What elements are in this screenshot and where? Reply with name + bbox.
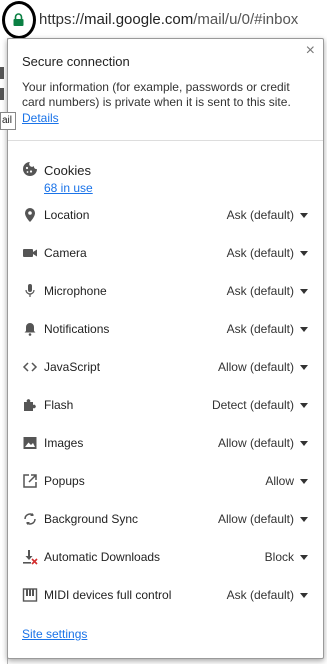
permission-value[interactable]: Block [265,550,294,564]
permission-label: Images [44,436,84,450]
permission-value[interactable]: Allow (default) [218,512,294,526]
permission-value[interactable]: Ask (default) [227,208,294,222]
address-bar[interactable]: https://mail.google.com/mail/u/0/#inbox [0,0,327,39]
permission-label: MIDI devices full control [44,588,172,602]
chevron-down-icon[interactable] [300,327,308,332]
permission-row-flash[interactable]: Flash Detect (default) [22,393,308,417]
url-scheme: https:// [39,11,85,28]
bell-icon [24,323,36,336]
chevron-down-icon[interactable] [300,517,308,522]
chevron-down-icon[interactable] [300,593,308,598]
permission-row-images[interactable]: Images Allow (default) [22,431,308,455]
image-icon [23,437,37,449]
chevron-down-icon[interactable] [300,365,308,370]
permission-value[interactable]: Allow [265,474,294,488]
permission-label: Popups [44,474,85,488]
cookie-icon [23,162,37,176]
permission-row-notifications[interactable]: Notifications Ask (default) [22,317,308,341]
permission-label: Flash [44,398,74,412]
permission-label: Notifications [44,322,110,336]
connection-title: Secure connection [22,54,130,69]
popup-icon [23,474,37,488]
permission-label: Automatic Downloads [44,550,161,564]
chevron-down-icon[interactable] [300,251,308,256]
camera-icon [23,249,37,257]
chevron-down-icon[interactable] [300,403,308,408]
chevron-down-icon[interactable] [300,479,308,484]
permission-row-midi[interactable]: MIDI devices full control Ask (default) [22,583,308,607]
url-text[interactable]: https://mail.google.com/mail/u/0/#inbox [39,11,298,28]
permission-value[interactable]: Ask (default) [227,246,294,260]
code-icon [22,362,38,372]
url-path: /mail/u/0/#inbox [193,11,299,28]
site-settings-link[interactable]: Site settings [22,627,87,641]
url-host: mail.google.com [84,11,194,28]
connection-description: Your information (for example, passwords… [22,80,291,109]
chevron-down-icon[interactable] [300,213,308,218]
permission-label: Microphone [44,284,107,298]
lock-icon[interactable] [13,13,24,26]
background-mark [0,88,4,100]
site-info-popup: × Secure connection Your information (fo… [7,38,324,659]
permission-label: Camera [44,246,87,260]
permission-value[interactable]: Allow (default) [218,436,294,450]
close-button[interactable]: × [306,43,315,59]
chevron-down-icon[interactable] [300,555,308,560]
permission-value[interactable]: Detect (default) [212,398,294,412]
puzzle-icon [24,399,36,411]
microphone-icon [25,284,35,297]
piano-icon [22,588,38,602]
permission-row-automatic-downloads[interactable]: Automatic Downloads Block [22,545,308,569]
sync-icon [24,513,36,525]
background-tooltip: ail [0,112,16,130]
permission-row-microphone[interactable]: Microphone Ask (default) [22,279,308,303]
chevron-down-icon[interactable] [300,289,308,294]
background-mark [0,67,4,79]
location-icon [25,208,35,222]
permission-value[interactable]: Ask (default) [227,284,294,298]
permission-row-popups[interactable]: Popups Allow [22,469,308,493]
permission-value[interactable]: Ask (default) [227,322,294,336]
permission-value[interactable]: Ask (default) [227,588,294,602]
cookies-in-use-link[interactable]: 68 in use [44,181,93,195]
permission-row-location[interactable]: Location Ask (default) [22,203,308,227]
cookies-title: Cookies [44,163,91,178]
permission-label: JavaScript [44,360,101,374]
permission-row-javascript[interactable]: JavaScript Allow (default) [22,355,308,379]
divider [8,140,323,141]
permission-row-background-sync[interactable]: Background Sync Allow (default) [22,507,308,531]
permission-value[interactable]: Allow (default) [218,360,294,374]
permission-row-camera[interactable]: Camera Ask (default) [22,241,308,265]
permission-label: Location [44,208,90,222]
chevron-down-icon[interactable] [300,441,308,446]
download-icon [23,550,38,565]
details-link[interactable]: Details [22,111,59,125]
permission-label: Background Sync [44,512,139,526]
